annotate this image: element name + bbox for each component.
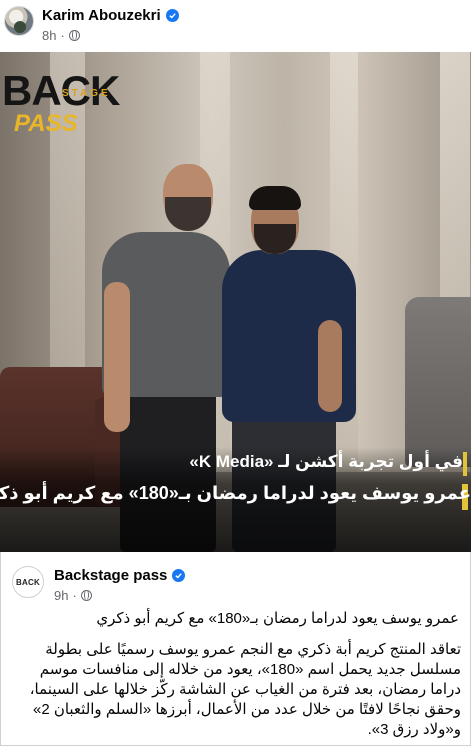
post-photo[interactable]: BACK STAGE PASS في أول تجربة أكشن لـ «K … [0, 52, 471, 552]
shared-post-meta: 9h · [54, 588, 92, 603]
meta-separator: · [72, 588, 77, 603]
verified-badge-icon [165, 9, 179, 22]
shared-post-body: تعاقد المنتج كريم أبة ذكري مع النجم عمرو… [29, 641, 461, 738]
public-globe-icon [80, 590, 92, 601]
logo-stage-text: STAGE [62, 88, 111, 99]
post-header: Karim Abouzekri 8h · [0, 0, 471, 50]
shared-post-time[interactable]: 9h [54, 588, 68, 603]
post-meta: 8h · [42, 28, 80, 43]
shared-post-title: عمرو يوسف يعود لدراما رمضان بـ«180» مع ك… [96, 610, 459, 627]
author-name[interactable]: Karim Abouzekri [42, 7, 161, 24]
author-avatar[interactable] [4, 6, 34, 36]
caption-line-1: في أول تجربة أكشن لـ «K Media» [189, 452, 463, 471]
author-name-row: Karim Abouzekri [42, 7, 179, 24]
public-globe-icon [68, 30, 80, 41]
page-name-row: Backstage pass [54, 567, 186, 584]
chair [405, 297, 471, 467]
page-avatar-logo: BACK [16, 577, 40, 587]
post-time[interactable]: 8h [42, 28, 56, 43]
meta-separator: · [60, 28, 65, 43]
page-name[interactable]: Backstage pass [54, 567, 167, 584]
caption-line-2: عمرو يوسف يعود لدراما رمضان بـ«180» مع ك… [0, 483, 471, 503]
logo-pass-text: PASS [14, 110, 78, 137]
page-avatar[interactable]: BACK [12, 566, 44, 598]
caption-accent-bar [463, 452, 467, 476]
verified-badge-icon [172, 569, 186, 582]
